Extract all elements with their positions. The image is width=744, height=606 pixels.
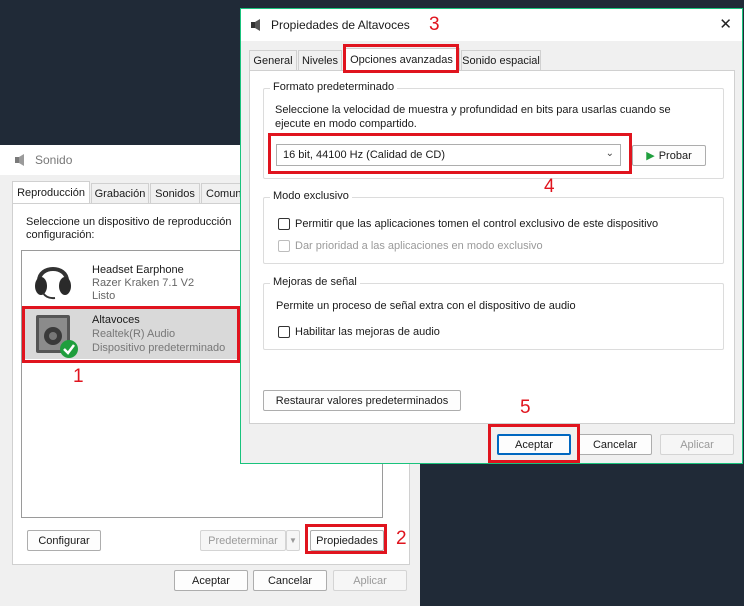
- chevron-down-icon: ▼: [289, 536, 297, 545]
- priority-exclusive-checkbox: [278, 240, 290, 252]
- device-model: Razer Kraken 7.1 V2: [92, 277, 195, 289]
- speaker-icon: [250, 18, 264, 35]
- signal-enhancements-description: Permite un proceso de señal extra con el…: [276, 300, 576, 312]
- annotation-label-1: 1: [73, 366, 84, 387]
- close-icon[interactable]: ✕: [719, 15, 732, 33]
- enable-enhancements-label: Habilitar las mejoras de audio: [295, 326, 440, 338]
- signal-enhancements-group: Mejoras de señal Permite un proceso de s…: [263, 276, 724, 350]
- properties-title: Propiedades de Altavoces: [271, 18, 410, 32]
- play-icon: ▶: [646, 150, 655, 162]
- test-button[interactable]: ▶ Probar: [632, 145, 706, 166]
- set-default-button: Predeterminar: [200, 530, 286, 551]
- sound-ok-button[interactable]: Aceptar: [174, 570, 248, 591]
- allow-exclusive-label: Permitir que las aplicaciones tomen el c…: [295, 218, 659, 230]
- annotation-label-4: 4: [544, 176, 555, 197]
- props-cancel-button[interactable]: Cancelar: [578, 434, 652, 455]
- signal-enhancements-title: Mejoras de señal: [270, 276, 360, 288]
- configure-button[interactable]: Configurar: [27, 530, 101, 551]
- allow-exclusive-checkbox[interactable]: [278, 218, 290, 230]
- priority-exclusive-label: Dar prioridad a las aplicaciones en modo…: [295, 240, 543, 252]
- tab-grabacion[interactable]: Grabación: [91, 183, 149, 203]
- sound-title: Sonido: [35, 153, 73, 167]
- advanced-panel: Formato predeterminado Seleccione la vel…: [249, 70, 735, 424]
- annotation-box-5: [488, 424, 580, 463]
- exclusive-mode-group: Modo exclusivo Permitir que las aplicaci…: [263, 190, 724, 264]
- annotation-label-3: 3: [429, 14, 440, 35]
- test-label: Probar: [658, 149, 692, 162]
- restore-defaults-button[interactable]: Restaurar valores predeterminados: [263, 390, 461, 411]
- enable-enhancements-checkbox[interactable]: [278, 326, 290, 338]
- speaker-icon: [14, 153, 28, 167]
- sound-cancel-button[interactable]: Cancelar: [253, 570, 327, 591]
- tab-sonido-espacial[interactable]: Sonido espacial: [461, 50, 541, 70]
- sound-instruction-2: configuración:: [26, 229, 95, 241]
- annotation-box-3: [343, 44, 459, 73]
- default-format-title: Formato predeterminado: [270, 81, 398, 93]
- props-apply-button: Aplicar: [660, 434, 734, 455]
- set-default-dropdown: ▼: [286, 530, 300, 551]
- sound-apply-button: Aplicar: [333, 570, 407, 591]
- properties-tabs: General Niveles Opciones avanzadas Sonid…: [249, 48, 739, 72]
- properties-titlebar: Propiedades de Altavoces ✕: [241, 9, 742, 41]
- headset-icon: [33, 259, 73, 304]
- tab-general[interactable]: General: [249, 50, 297, 70]
- tab-niveles[interactable]: Niveles: [298, 50, 342, 70]
- annotation-box-1: [22, 306, 240, 363]
- annotation-box-2: [305, 524, 387, 554]
- annotation-box-4: [268, 133, 632, 174]
- annotation-label-2: 2: [396, 528, 407, 549]
- properties-window: Propiedades de Altavoces ✕ General Nivel…: [240, 8, 743, 464]
- tab-reproduccion[interactable]: Reproducción: [12, 181, 90, 203]
- exclusive-mode-title: Modo exclusivo: [270, 190, 352, 202]
- device-name: Headset Earphone: [92, 264, 184, 276]
- annotation-label-5: 5: [520, 397, 531, 418]
- device-status: Listo: [92, 290, 116, 302]
- sound-instruction: Seleccione un dispositivo de reproducció…: [26, 216, 232, 228]
- tab-sonidos[interactable]: Sonidos: [150, 183, 200, 203]
- default-format-description-2: ejecute en modo compartido.: [275, 118, 417, 130]
- default-format-description: Seleccione la velocidad de muestra y pro…: [275, 104, 671, 116]
